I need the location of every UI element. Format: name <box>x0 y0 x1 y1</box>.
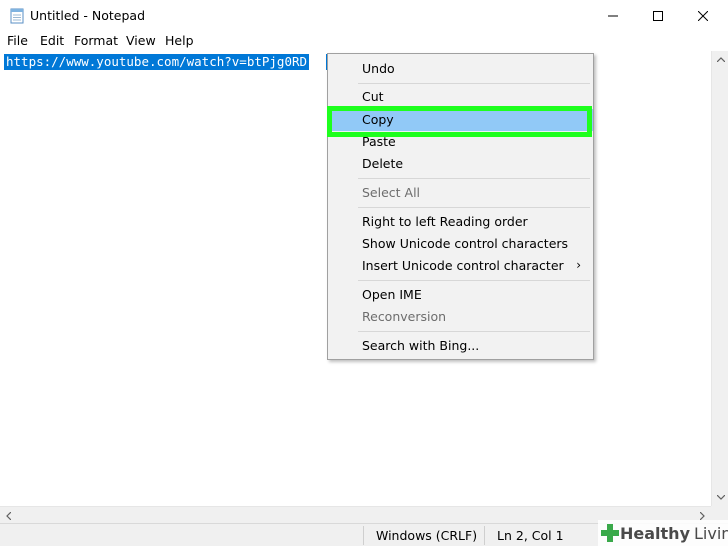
cross-icon <box>601 524 619 542</box>
menu-separator <box>358 83 590 84</box>
menu-view[interactable]: View <box>126 33 156 48</box>
scroll-down-icon[interactable] <box>712 489 728 506</box>
watermark-brand: Healthy <box>620 523 690 543</box>
cursor-position-status: Ln 2, Col 1 <box>497 528 564 543</box>
menu-item-reconversion: Reconversion <box>362 309 447 324</box>
highlight-callout <box>327 106 592 137</box>
minimize-icon <box>607 15 618 16</box>
menu-separator <box>358 280 590 281</box>
close-button[interactable] <box>680 0 725 31</box>
menu-item-select-all: Select All <box>362 185 421 200</box>
title-bar: Untitled - Notepad <box>0 0 728 31</box>
notepad-icon <box>9 7 25 24</box>
vertical-scrollbar[interactable] <box>711 51 728 506</box>
menu-item-show-unicode[interactable]: Show Unicode control characters <box>328 233 593 255</box>
menu-item-rtl-reading-order[interactable]: Right to left Reading order <box>328 211 593 233</box>
menu-item-undo[interactable]: Undo <box>328 58 593 80</box>
close-icon <box>697 10 708 21</box>
maximize-button[interactable] <box>635 0 680 31</box>
menu-separator <box>358 207 590 208</box>
maximize-icon <box>652 10 663 21</box>
status-divider <box>484 526 485 545</box>
line-ending-status: Windows (CRLF) <box>376 528 478 543</box>
menu-file[interactable]: File <box>7 33 28 48</box>
menu-item-open-ime[interactable]: Open IME <box>328 284 593 306</box>
menu-bar: File Edit Format View Help <box>0 31 728 51</box>
status-divider <box>363 526 364 545</box>
menu-separator <box>358 331 590 332</box>
menu-edit[interactable]: Edit <box>40 33 64 48</box>
watermark-logo: Healthy Living <box>598 520 728 546</box>
menu-separator <box>358 178 590 179</box>
scroll-left-icon[interactable] <box>0 507 17 524</box>
menu-item-delete[interactable]: Delete <box>328 153 593 175</box>
context-menu: Undo Cut Copy Paste Delete Select All Ri… <box>327 53 594 360</box>
watermark-brand-2: Living <box>694 523 728 543</box>
scroll-up-icon[interactable] <box>712 51 728 68</box>
menu-item-insert-unicode[interactable]: Insert Unicode control character › <box>328 255 593 277</box>
menu-item-cut[interactable]: Cut <box>328 86 593 108</box>
window-title: Untitled - Notepad <box>30 8 146 23</box>
chevron-right-icon: › <box>576 258 581 272</box>
menu-help[interactable]: Help <box>165 33 194 48</box>
menu-format[interactable]: Format <box>74 33 118 48</box>
menu-item-search-bing[interactable]: Search with Bing... <box>328 335 593 357</box>
selected-text[interactable]: https://www.youtube.com/watch?v=btPjg0RD <box>4 54 310 70</box>
minimize-button[interactable] <box>590 0 635 31</box>
